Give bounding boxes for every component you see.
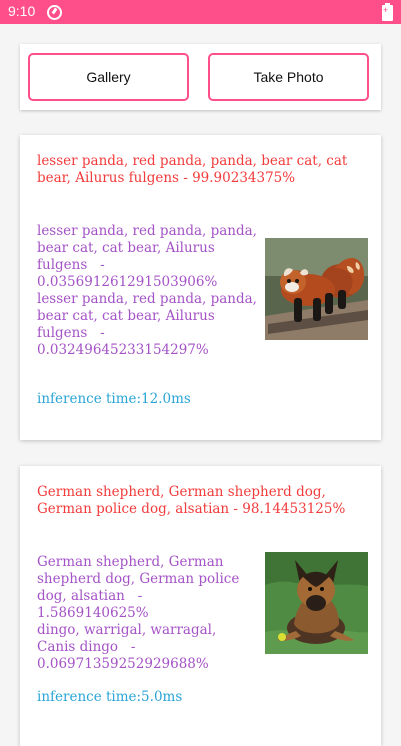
circle-arrow-icon [47,5,62,20]
top-prediction: German shepherd, German shepherd dog, Ge… [37,484,346,517]
result-card: lesser panda, red panda, panda, bear cat… [20,135,381,440]
prediction-line: dingo, warrigal, warragal, Canis dingo -… [37,622,221,672]
inference-time: inference time:5.0ms [37,689,183,705]
status-time: 9:10 [8,3,36,19]
other-predictions: German shepherd, German shepherd dog, Ge… [37,554,257,673]
other-predictions: lesser panda, red panda, panda, bear cat… [37,223,257,359]
inference-time: inference time:12.0ms [37,391,191,407]
prediction-line: lesser panda, red panda, panda, bear cat… [37,291,262,358]
image-source-card: Gallery Take Photo [20,44,381,110]
german-shepherd-photo [265,552,368,654]
take-photo-button[interactable]: Take Photo [208,53,369,101]
prediction-line: German shepherd, German shepherd dog, Ge… [37,554,244,621]
top-prediction: lesser panda, red panda, panda, bear cat… [37,153,348,186]
battery-charging-icon [382,3,393,21]
prediction-line: lesser panda, red panda, panda, bear cat… [37,223,262,290]
gallery-button[interactable]: Gallery [28,53,189,101]
result-card: German shepherd, German shepherd dog, Ge… [20,466,381,746]
status-bar: 9:10 [0,0,401,24]
red-panda-photo [265,238,368,340]
